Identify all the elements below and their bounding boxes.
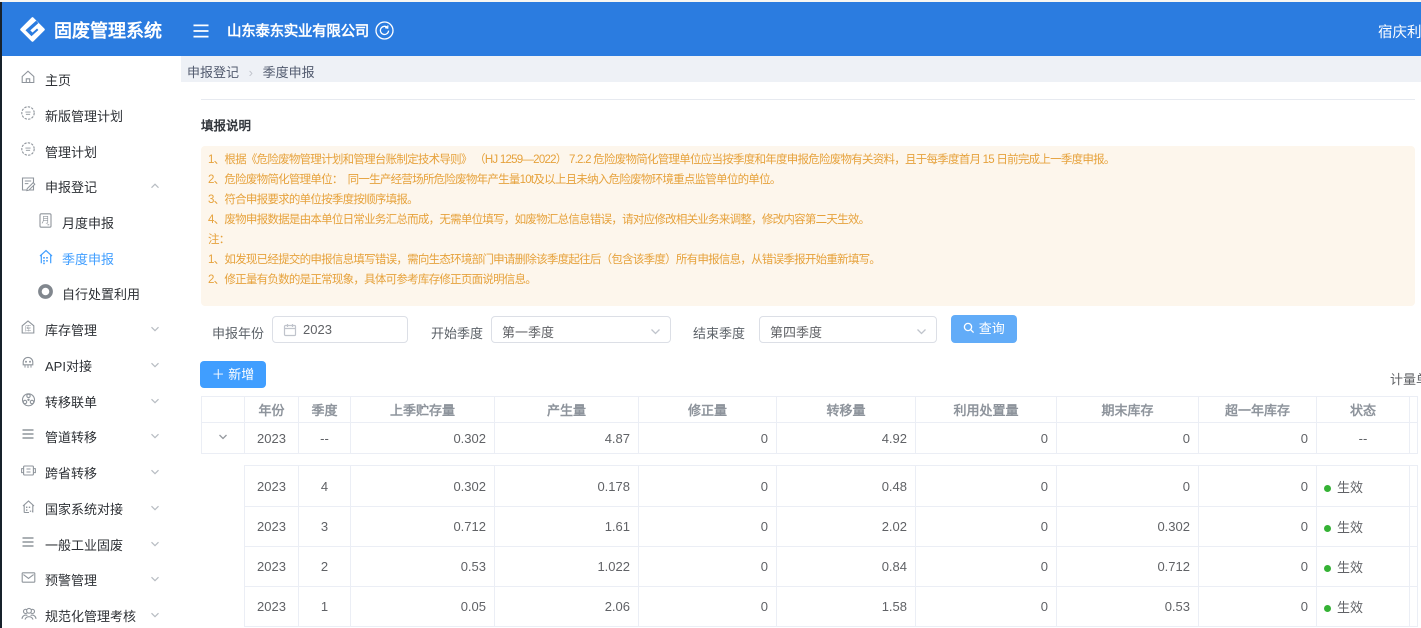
svg-text:库: 库 <box>25 324 32 333</box>
svg-text:月: 月 <box>42 215 50 224</box>
